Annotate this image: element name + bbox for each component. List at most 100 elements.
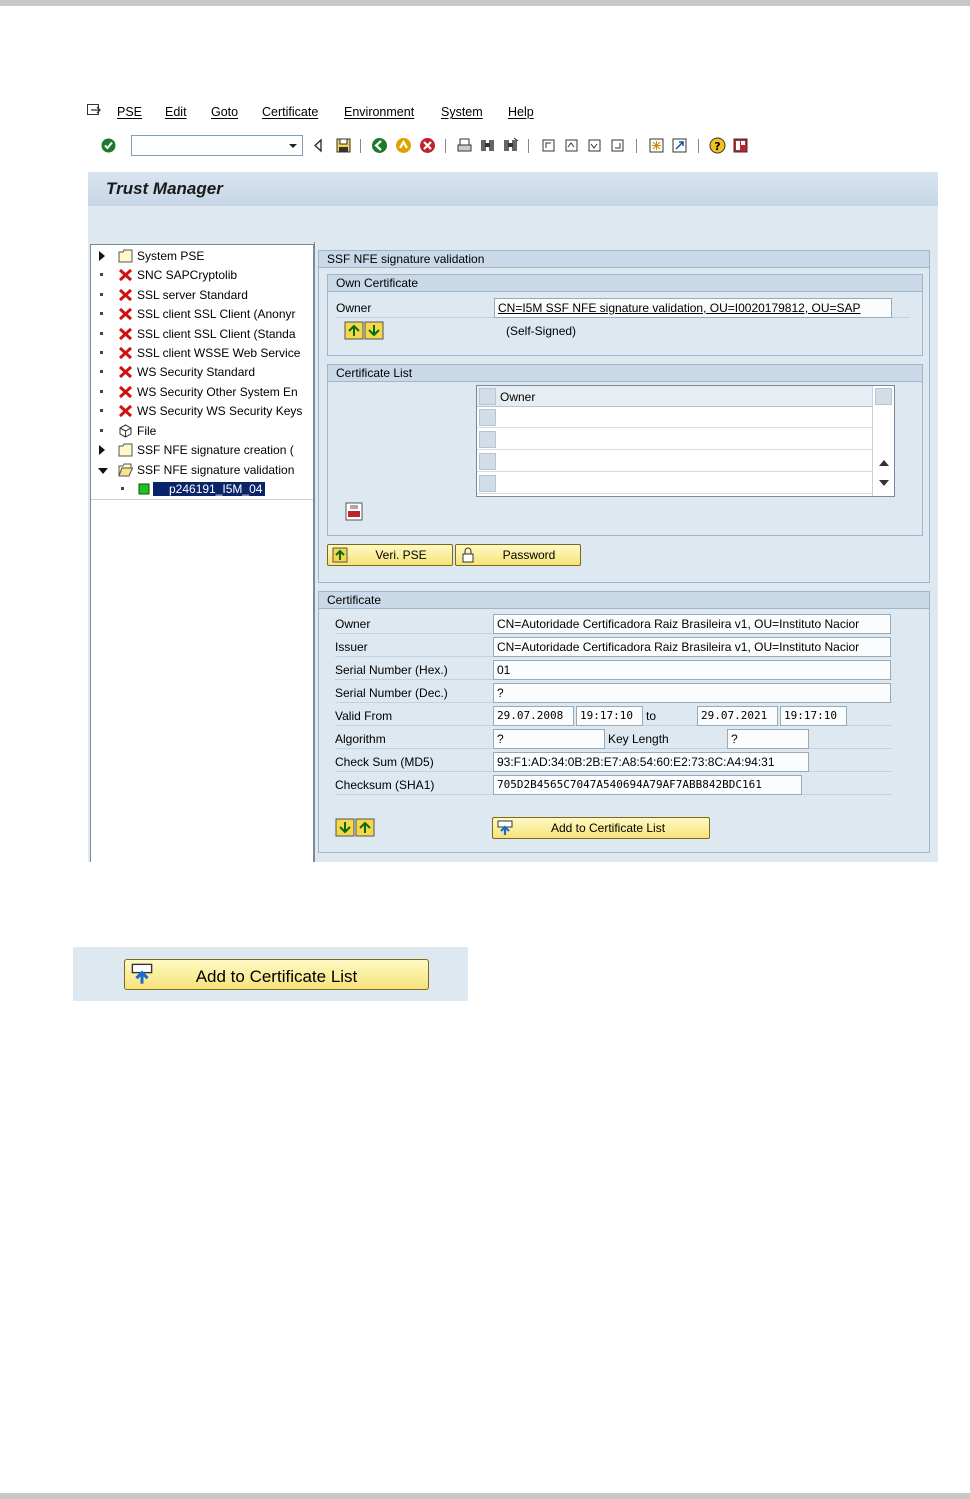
export-certificate-icon[interactable] <box>364 321 384 340</box>
select-all-button[interactable] <box>479 388 496 405</box>
remove-certificate-icon[interactable] <box>344 502 364 521</box>
row-selector[interactable] <box>479 409 496 426</box>
cert-owner-value[interactable]: CN=Autoridade Certificadora Raiz Brasile… <box>493 614 891 634</box>
menu-help[interactable]: Help <box>508 105 534 119</box>
menu-environment[interactable]: Environment <box>344 105 414 119</box>
tree-bullet <box>100 409 103 412</box>
tree-item-ssl-client-wsse[interactable]: SSL client WSSE Web Service <box>91 344 313 363</box>
certificate-list-table: Owner <box>476 385 895 497</box>
table-scrollbar[interactable] <box>872 386 894 496</box>
password-button[interactable]: Password <box>455 544 581 566</box>
print-icon[interactable] <box>456 137 473 154</box>
menu-entry-icon[interactable] <box>87 104 102 116</box>
tree-bullet <box>100 273 103 276</box>
last-page-icon[interactable] <box>609 137 626 154</box>
menu-edit[interactable]: Edit <box>165 105 187 119</box>
page-bottom-rule <box>0 1493 970 1499</box>
valid-from-date[interactable]: 29.07.2008 <box>493 706 574 726</box>
column-owner-header[interactable]: Owner <box>500 390 535 404</box>
export-cert-file-icon[interactable] <box>335 818 355 837</box>
expand-arrow-icon[interactable] <box>98 251 106 261</box>
cert-owner-row: Owner CN=Autoridade Certificadora Raiz B… <box>335 614 892 634</box>
find-icon[interactable] <box>479 137 496 154</box>
key-length-value[interactable]: ? <box>727 729 809 749</box>
enter-check-icon[interactable] <box>100 137 117 154</box>
tree-item-ws-security-other[interactable]: WS Security Other System En <box>91 383 313 402</box>
help-icon[interactable]: ? <box>709 137 726 154</box>
tree-item-ssl-client-anonymous[interactable]: SSL client SSL Client (Anonyr <box>91 305 313 324</box>
valid-to-time[interactable]: 19:17:10 <box>780 706 847 726</box>
menu-goto[interactable]: Goto <box>211 105 238 119</box>
tree-item-snc[interactable]: SNC SAPCryptolib <box>91 266 313 285</box>
tree-bullet <box>100 351 103 354</box>
cert-serial-dec-value[interactable]: ? <box>493 683 891 703</box>
command-input[interactable] <box>132 136 282 155</box>
chevron-down-icon[interactable] <box>286 138 300 153</box>
valid-to-date[interactable]: 29.07.2021 <box>697 706 778 726</box>
import-certificate-icon[interactable] <box>344 321 364 340</box>
work-area: System PSE SNC SAPCryptolib SSL server S… <box>88 242 938 862</box>
collapse-arrow-icon[interactable] <box>98 467 108 475</box>
expand-arrow-icon[interactable] <box>98 445 106 455</box>
create-session-icon[interactable] <box>648 137 665 154</box>
save-icon[interactable] <box>335 137 352 154</box>
cert-algorithm-value[interactable]: ? <box>493 729 605 749</box>
certificate-list-title: Certificate List <box>328 365 922 382</box>
cert-sha1-label: Checksum (SHA1) <box>335 778 435 792</box>
error-x-icon <box>118 365 133 379</box>
find-next-icon[interactable] <box>502 137 519 154</box>
generate-shortcut-icon[interactable] <box>671 137 688 154</box>
row-selector[interactable] <box>479 453 496 470</box>
column-settings-button[interactable] <box>875 388 892 405</box>
tree-item-p246191[interactable]: p246191_I5M_04 <box>91 480 313 499</box>
row-selector[interactable] <box>479 431 496 448</box>
scroll-up-icon[interactable] <box>878 458 890 468</box>
cert-sha1-value[interactable]: 705D2B4565C7047A540694A79AF7ABB842BDC161 <box>493 775 802 795</box>
table-row[interactable] <box>477 473 872 494</box>
splitter[interactable] <box>314 242 315 862</box>
cert-issuer-value[interactable]: CN=Autoridade Certificadora Raiz Brasile… <box>493 637 891 657</box>
table-row[interactable] <box>477 429 872 450</box>
tree-item-file[interactable]: File <box>91 422 313 441</box>
exit-icon[interactable] <box>395 137 412 154</box>
pse-panel: SSF NFE signature validation Own Certifi… <box>318 250 930 583</box>
tree-item-ssl-client-standard[interactable]: SSL client SSL Client (Standa <box>91 325 313 344</box>
tree-item-ssl-server[interactable]: SSL server Standard <box>91 286 313 305</box>
cert-valid-row: Valid From 29.07.2008 19:17:10 to 29.07.… <box>335 706 892 726</box>
layout-menu-icon[interactable] <box>732 137 749 154</box>
row-selector[interactable] <box>479 475 496 492</box>
import-cert-file-icon[interactable] <box>355 818 375 837</box>
tree-item-ws-security-standard[interactable]: WS Security Standard <box>91 363 313 382</box>
folder-icon <box>118 443 133 457</box>
error-x-icon <box>118 346 133 360</box>
previous-page-icon[interactable] <box>563 137 580 154</box>
cert-valid-from-label: Valid From <box>335 709 393 723</box>
table-row[interactable] <box>477 407 872 428</box>
cancel-icon[interactable] <box>419 137 436 154</box>
tree-item-ssf-nfe-validation[interactable]: SSF NFE signature validation <box>91 461 313 480</box>
menu-certificate[interactable]: Certificate <box>262 105 318 119</box>
cert-serial-dec-row: Serial Number (Dec.) ? <box>335 683 892 703</box>
back-icon[interactable] <box>371 137 388 154</box>
table-row[interactable] <box>477 451 872 472</box>
tree-item-ssf-nfe-creation[interactable]: SSF NFE signature creation ( <box>91 441 313 460</box>
next-page-icon[interactable] <box>586 137 603 154</box>
tree-item-system-pse[interactable]: System PSE <box>91 247 313 266</box>
application-toolbar <box>88 206 938 242</box>
tree-item-ws-security-keys[interactable]: WS Security WS Security Keys <box>91 402 313 421</box>
button-excerpt: Add to Certificate List <box>73 947 468 1001</box>
back-arrow-left-icon[interactable] <box>310 137 327 154</box>
add-to-certificate-list-button-large[interactable]: Add to Certificate List <box>124 959 429 990</box>
screen-title: Trust Manager <box>106 179 223 198</box>
veri-pse-button[interactable]: Veri. PSE <box>327 544 453 566</box>
valid-from-time[interactable]: 19:17:10 <box>576 706 643 726</box>
command-field[interactable] <box>131 135 303 156</box>
cert-md5-value[interactable]: 93:F1:AD:34:0B:2B:E7:A8:54:60:E2:73:8C:A… <box>493 752 809 772</box>
menu-pse[interactable]: PSE <box>117 105 142 119</box>
add-to-certificate-list-button[interactable]: Add to Certificate List <box>492 817 710 839</box>
cert-serial-hex-value[interactable]: 01 <box>493 660 891 680</box>
own-owner-value[interactable]: CN=I5M SSF NFE signature validation, OU=… <box>494 298 892 318</box>
scroll-down-icon[interactable] <box>878 478 890 488</box>
first-page-icon[interactable] <box>540 137 557 154</box>
menu-system[interactable]: System <box>441 105 483 119</box>
